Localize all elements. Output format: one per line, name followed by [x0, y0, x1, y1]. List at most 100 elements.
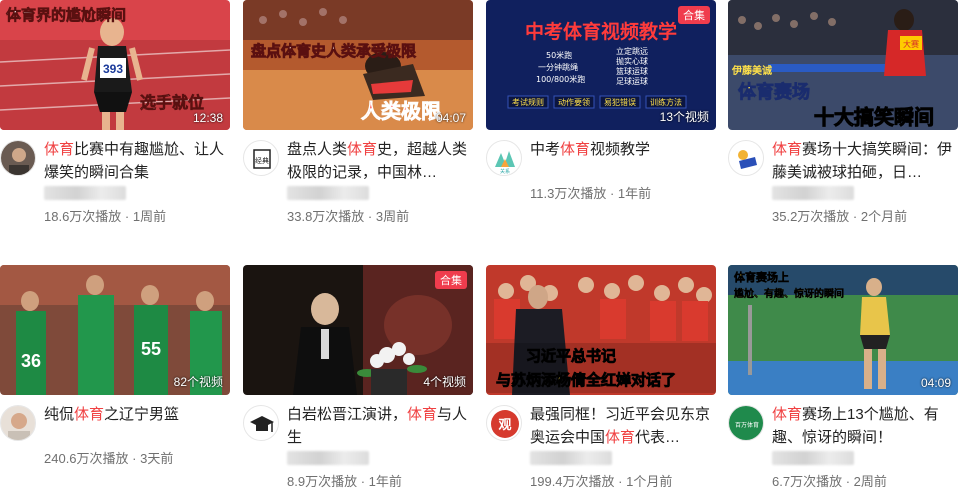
video-count-label: 4个视频	[423, 375, 466, 389]
video-meta: 8.9万次播放 · 1年前	[287, 474, 402, 489]
video-title[interactable]: 中考体育视频教学	[530, 138, 716, 184]
overlay-bottom-text: 与苏炳添杨倩全红婵对话了	[496, 371, 676, 389]
channel-avatar[interactable]: 观	[486, 405, 522, 441]
video-thumbnail[interactable]: 393 体育界的尴尬瞬间 选手就位 12:38	[0, 0, 230, 130]
svg-text:训练方法: 训练方法	[650, 97, 682, 107]
overlay-bottom-text: 人类极限	[361, 99, 441, 123]
publish-age: 1年前	[617, 186, 652, 201]
video-thumbnail[interactable]: 中考体育视频教学 50米跑一分钟跳绳 100/800米跑 立定跳远 抛实心球 篮球运球…	[486, 0, 716, 130]
video-card[interactable]: 中考体育视频教学 50米跑一分钟跳绳 100/800米跑 立定跳远 抛实心球 篮球运球…	[486, 0, 716, 240]
video-meta: 18.6万次播放 · 1周前	[44, 209, 167, 224]
svg-text:动作要领: 动作要领	[558, 97, 590, 107]
channel-avatar[interactable]: 百万体育	[728, 405, 764, 441]
overlay-top-text: 习近平总书记	[526, 347, 616, 365]
channel-avatar[interactable]: 关系	[486, 140, 522, 176]
channel-avatar[interactable]: 经典	[243, 140, 279, 176]
video-card[interactable]: 盘点体育史人类承受极限 人类极限 04:07 经典 盘点人类体育史，超越人类极限…	[243, 0, 473, 240]
publish-age: 1周前	[132, 209, 167, 224]
author-name-blurred	[44, 186, 126, 200]
duration-label: 04:09	[920, 376, 951, 390]
svg-text:关系: 关系	[500, 168, 510, 175]
view-count: 11.3万次播放	[530, 186, 607, 201]
overlay-top-text: 中考体育视频教学	[525, 20, 677, 43]
video-thumbnail[interactable]: 大赛 伊藤美诚 体育赛场 十大搞笑瞬间	[728, 0, 958, 130]
overlay-top-text: 盘点体育史人类承受极限	[251, 42, 416, 60]
video-title[interactable]: 盘点人类体育史，超越人类极限的记录，中国林…	[287, 138, 473, 184]
video-title[interactable]: 体育比赛中有趣尴尬、让人爆笑的瞬间合集	[44, 138, 230, 184]
view-count: 199.4万次播放	[530, 474, 615, 489]
duration-label: 04:07	[435, 111, 466, 125]
collection-tag: 合集	[678, 6, 710, 24]
view-count: 8.9万次播放	[287, 474, 358, 489]
svg-text:50米跑: 50米跑	[546, 50, 572, 60]
view-count: 6.7万次播放	[772, 474, 843, 489]
video-card[interactable]: 36 55 82个视频 纯侃体育之辽宁男篮 240.6万次播放 · 3天前	[0, 265, 230, 498]
video-thumbnail[interactable]: 体育赛场上 尴尬、有趣、惊讶的瞬间 04:09	[728, 265, 958, 395]
video-card[interactable]: 393 体育界的尴尬瞬间 选手就位 12:38 体育比赛中有趣尴尬、让人爆笑的瞬…	[0, 0, 230, 240]
video-title[interactable]: 白岩松晋江演讲，体育与人生	[287, 403, 473, 449]
jersey-number: 55	[141, 339, 161, 359]
channel-avatar[interactable]	[243, 405, 279, 441]
video-meta: 240.6万次播放 · 3天前	[44, 451, 174, 466]
author-name-blurred	[530, 451, 612, 465]
video-card[interactable]: 大赛 伊藤美诚 体育赛场 十大搞笑瞬间 体育赛场十大搞笑瞬间：伊藤美诚被球拍砸，…	[728, 0, 958, 240]
svg-text:考试规则: 考试规则	[512, 97, 544, 107]
thumbnail-image: 习近平总书记 与苏炳添杨倩全红婵对话了	[486, 265, 716, 395]
keyword-highlight: 体育	[74, 406, 105, 423]
channel-avatar[interactable]	[0, 405, 36, 441]
video-meta: 6.7万次播放 · 2周前	[772, 474, 887, 489]
video-meta: 33.8万次播放 · 3周前	[287, 209, 410, 224]
overlay-top-text: 体育赛场上	[734, 270, 789, 284]
video-title[interactable]: 最强同框！习近平会见东京奥运会中国体育代表…	[530, 403, 716, 449]
video-title[interactable]: 纯侃体育之辽宁男篮	[44, 403, 230, 449]
keyword-highlight: 体育	[44, 141, 75, 158]
overlay-top-text: 体育界的尴尬瞬间	[6, 6, 126, 24]
overlay-mid-text: 体育赛场	[738, 81, 810, 103]
svg-text:一分钟跳绳: 一分钟跳绳	[538, 62, 578, 72]
keyword-highlight: 体育	[347, 141, 378, 158]
keyword-highlight: 体育	[772, 406, 803, 423]
video-thumbnail[interactable]: 36 55 82个视频	[0, 265, 230, 395]
publish-age: 3天前	[140, 451, 174, 466]
view-count: 240.6万次播放	[44, 451, 129, 466]
video-thumbnail[interactable]: 合集 4个视频	[243, 265, 473, 395]
video-title[interactable]: 体育赛场上13个尴尬、有趣、惊讶的瞬间！	[772, 403, 958, 449]
keyword-highlight: 体育	[772, 141, 803, 158]
video-grid: 393 体育界的尴尬瞬间 选手就位 12:38 体育比赛中有趣尴尬、让人爆笑的瞬…	[0, 0, 959, 498]
svg-text:抛实心球: 抛实心球	[616, 56, 648, 66]
view-count: 35.2万次播放	[772, 209, 850, 224]
thumbnail-image: 大赛 伊藤美诚 体育赛场 十大搞笑瞬间	[728, 0, 958, 130]
author-name-blurred	[287, 451, 369, 465]
svg-text:观: 观	[498, 418, 511, 433]
video-title[interactable]: 体育赛场十大搞笑瞬间：伊藤美诚被球拍砸，日…	[772, 138, 958, 184]
overlay-mid-text: 尴尬、有趣、惊讶的瞬间	[734, 287, 844, 300]
view-count: 33.8万次播放	[287, 209, 365, 224]
collection-tag: 合集	[435, 271, 467, 289]
video-thumbnail[interactable]: 盘点体育史人类承受极限 人类极限 04:07	[243, 0, 473, 130]
channel-avatar[interactable]	[0, 140, 36, 176]
video-meta: 199.4万次播放 · 1个月前	[530, 474, 673, 489]
svg-text:立定跳远: 立定跳远	[616, 46, 648, 56]
jersey-number: 36	[21, 351, 41, 371]
video-meta: 11.3万次播放 · 1年前	[530, 186, 652, 201]
author-name-blurred	[287, 186, 369, 200]
publish-age: 3周前	[375, 209, 410, 224]
video-count-label: 13个视频	[659, 110, 709, 124]
jersey-text: 大赛	[903, 39, 919, 49]
svg-text:篮球运球: 篮球运球	[616, 66, 648, 76]
overlay-bottom-text: 选手就位	[140, 93, 204, 112]
channel-avatar[interactable]	[728, 140, 764, 176]
video-card[interactable]: 合集 4个视频 白岩松晋江演讲，体育与人生 8.9万次播放 · 1年前	[243, 265, 473, 498]
svg-text:百万体育: 百万体育	[735, 421, 759, 429]
overlay-top-text: 伊藤美诚	[731, 64, 772, 77]
video-card[interactable]: 体育赛场上 尴尬、有趣、惊讶的瞬间 04:09 百万体育 体育赛场上13个尴尬、…	[728, 265, 958, 498]
svg-text:100/800米跑: 100/800米跑	[536, 74, 585, 84]
video-meta: 35.2万次播放 · 2个月前	[772, 209, 908, 224]
video-card[interactable]: 习近平总书记 与苏炳添杨倩全红婵对话了 观 最强同框！习近平会见东京奥运会中国体…	[486, 265, 716, 498]
overlay-bottom-text: 十大搞笑瞬间	[814, 105, 934, 129]
author-name-blurred	[772, 186, 854, 200]
video-thumbnail[interactable]: 习近平总书记 与苏炳添杨倩全红婵对话了	[486, 265, 716, 395]
svg-text:足球运球: 足球运球	[616, 76, 648, 86]
keyword-highlight: 体育	[560, 141, 591, 158]
video-count-label: 82个视频	[173, 375, 223, 389]
